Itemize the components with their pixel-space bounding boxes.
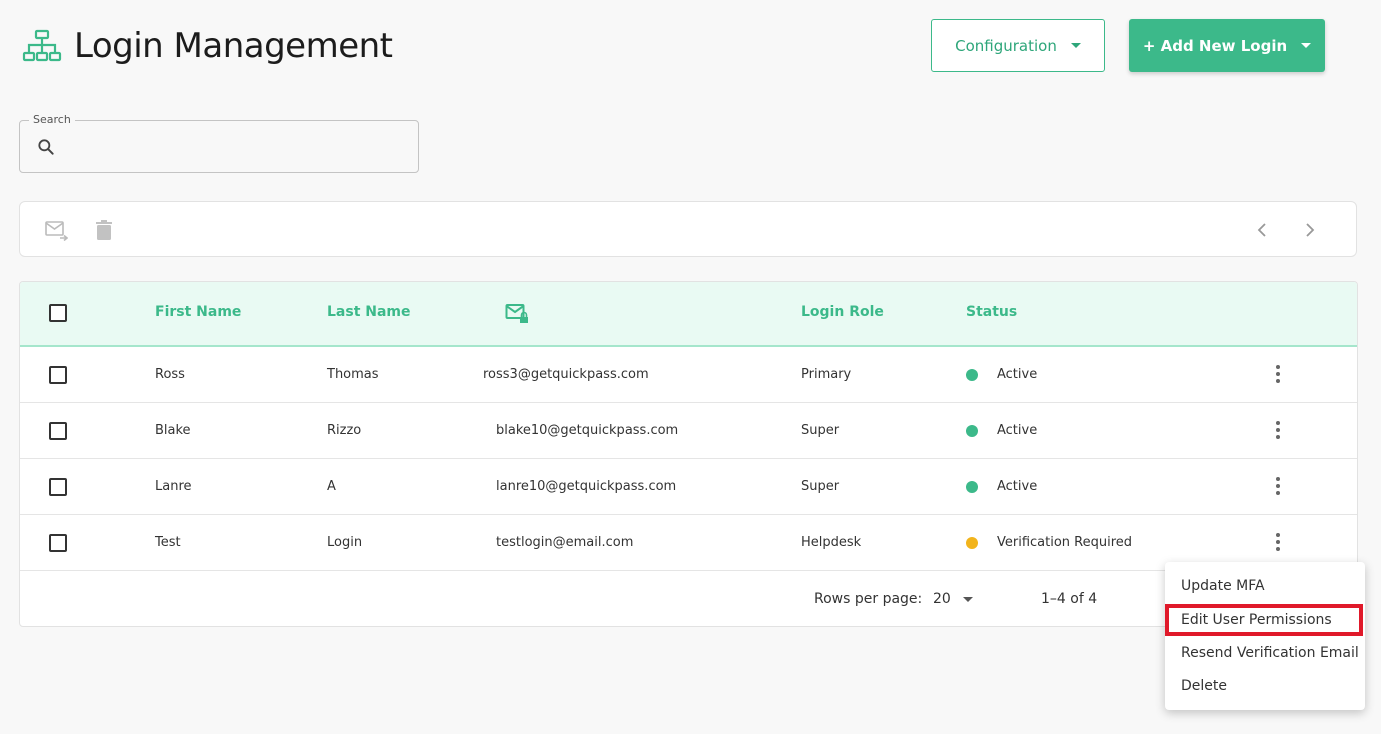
table-row[interactable]: Blake Rizzo blake10@getquickpass.com Sup… <box>20 403 1357 459</box>
table-row[interactable]: Test Login testlogin@email.com Helpdesk … <box>20 515 1357 571</box>
configuration-button[interactable]: Configuration <box>931 19 1105 72</box>
add-new-login-button[interactable]: + Add New Login <box>1129 19 1325 72</box>
caret-down-icon <box>1070 43 1081 48</box>
menu-item-update-mfa[interactable]: Update MFA <box>1165 570 1365 602</box>
first-name-cell: Blake <box>155 423 191 438</box>
page-title: Login Management <box>74 26 393 66</box>
column-last-name[interactable]: Last Name <box>327 304 411 320</box>
logins-table: First Name Last Name Login Role Status R… <box>19 281 1358 627</box>
search-input[interactable] <box>66 121 406 172</box>
chevron-right-icon[interactable] <box>1302 219 1318 241</box>
caret-down-icon <box>1301 43 1312 48</box>
first-name-cell: Test <box>155 535 181 550</box>
more-vert-icon[interactable] <box>1270 533 1286 553</box>
more-vert-icon[interactable] <box>1270 421 1286 441</box>
page-title-row: Login Management <box>22 26 393 66</box>
mail-lock-icon[interactable] <box>505 303 529 325</box>
pagination-range: 1–4 of 4 <box>1041 591 1098 607</box>
status-dot <box>966 369 978 381</box>
table-row[interactable]: Lanre A lanre10@getquickpass.com Super A… <box>20 459 1357 515</box>
status-cell: Verification Required <box>997 535 1133 550</box>
last-name-cell: A <box>327 479 336 494</box>
status-dot <box>966 481 978 493</box>
column-login-role[interactable]: Login Role <box>801 304 884 320</box>
caret-down-icon <box>963 596 974 602</box>
menu-item-delete[interactable]: Delete <box>1165 670 1365 702</box>
search-field[interactable]: Search <box>19 113 419 173</box>
email-cell: ross3@getquickpass.com <box>483 367 649 382</box>
row-actions-menu: Update MFA Edit User Permissions Resend … <box>1165 562 1365 710</box>
row-checkbox[interactable] <box>49 422 67 440</box>
row-checkbox[interactable] <box>49 534 67 552</box>
more-vert-icon[interactable] <box>1270 365 1286 385</box>
add-new-login-button-label: + Add New Login <box>1142 36 1288 55</box>
bulk-actions-toolbar <box>19 201 1357 257</box>
status-cell: Active <box>997 423 1038 438</box>
first-name-cell: Lanre <box>155 479 192 494</box>
last-name-cell: Thomas <box>327 367 379 382</box>
status-dot <box>966 425 978 437</box>
email-cell: blake10@getquickpass.com <box>496 423 679 438</box>
role-cell: Super <box>801 423 840 438</box>
mail-forward-icon[interactable] <box>44 219 68 241</box>
menu-item-edit-user-permissions[interactable]: Edit User Permissions <box>1165 604 1363 636</box>
status-dot <box>966 537 978 549</box>
status-cell: Active <box>997 367 1038 382</box>
trash-icon[interactable] <box>94 219 114 241</box>
search-icon <box>38 139 54 155</box>
last-name-cell: Rizzo <box>327 423 362 438</box>
more-vert-icon[interactable] <box>1270 477 1286 497</box>
role-cell: Super <box>801 479 840 494</box>
email-cell: lanre10@getquickpass.com <box>496 479 677 494</box>
rows-per-page-label: Rows per page: <box>814 591 923 607</box>
chevron-left-icon[interactable] <box>1254 219 1270 241</box>
rows-per-page-value: 20 <box>933 591 951 607</box>
column-status[interactable]: Status <box>966 304 1017 320</box>
rows-per-page-select[interactable]: 20 <box>933 591 974 607</box>
row-checkbox[interactable] <box>49 366 67 384</box>
email-cell: testlogin@email.com <box>496 535 634 550</box>
pagination-footer: Rows per page: 20 1–4 of 4 <box>20 571 1357 626</box>
status-cell: Active <box>997 479 1038 494</box>
role-cell: Helpdesk <box>801 535 862 550</box>
column-first-name[interactable]: First Name <box>155 304 241 320</box>
first-name-cell: Ross <box>155 367 185 382</box>
role-cell: Primary <box>801 367 852 382</box>
configuration-button-label: Configuration <box>955 36 1057 55</box>
menu-item-resend-verification-email[interactable]: Resend Verification Email <box>1165 637 1365 669</box>
select-all-checkbox[interactable] <box>49 304 67 322</box>
last-name-cell: Login <box>327 535 363 550</box>
org-chart-icon <box>22 29 62 62</box>
row-checkbox[interactable] <box>49 478 67 496</box>
table-header: First Name Last Name Login Role Status <box>20 282 1357 347</box>
table-row[interactable]: Ross Thomas ross3@getquickpass.com Prima… <box>20 347 1357 403</box>
